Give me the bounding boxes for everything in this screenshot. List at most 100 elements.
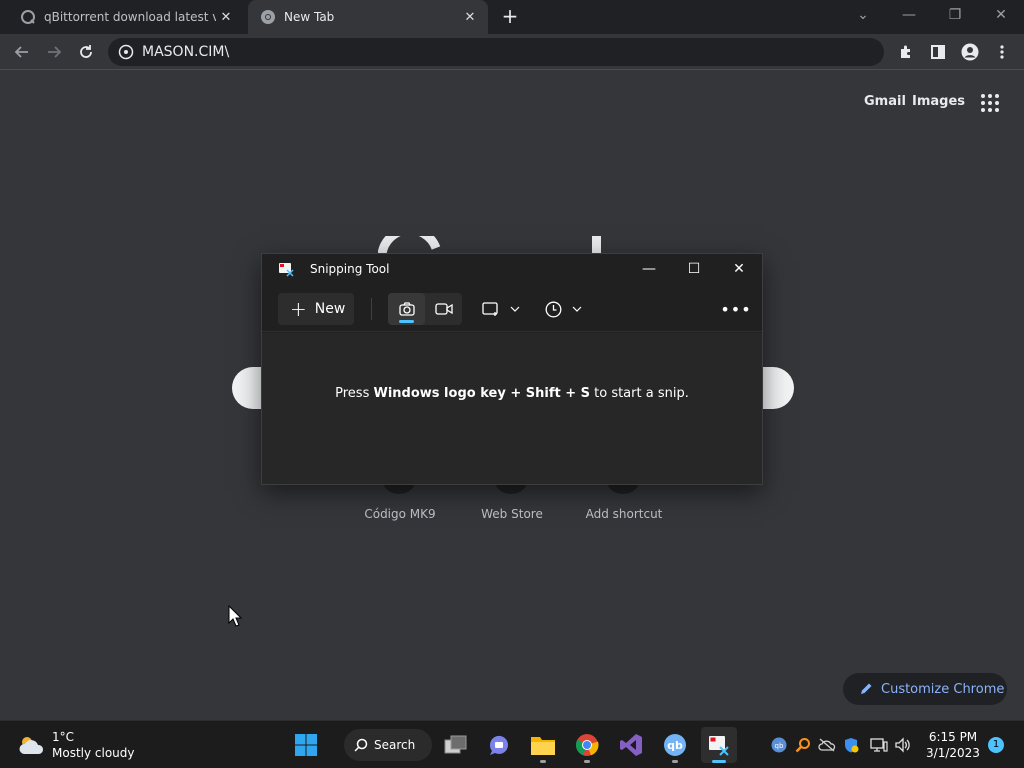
- weather-temperature: 1°C: [52, 730, 75, 744]
- restore-button[interactable]: ❐: [932, 0, 978, 30]
- delay-dropdown[interactable]: [545, 293, 582, 325]
- task-view-icon: [444, 735, 467, 754]
- address-bar[interactable]: MASON.CIM\: [108, 38, 884, 66]
- pencil-icon: [861, 683, 872, 694]
- clock-date: 3/1/2023: [926, 746, 980, 760]
- side-panel-button[interactable]: [924, 38, 952, 66]
- qbittorrent-favicon-icon: [21, 10, 35, 24]
- forward-button[interactable]: [40, 38, 68, 66]
- google-logo-fragment: [378, 236, 441, 254]
- tab-close-icon[interactable]: ✕: [216, 10, 236, 25]
- snip-maximize-button[interactable]: ☐: [672, 254, 716, 284]
- running-indicator: [584, 760, 590, 763]
- selected-indicator: [399, 320, 414, 323]
- snipping-tool-title: Snipping Tool: [310, 262, 390, 276]
- tab-close-icon[interactable]: ✕: [460, 10, 480, 25]
- snipping-tool-window: Snipping Tool — ☐ ✕ + New ••• Press Wind…: [261, 253, 763, 485]
- reload-button[interactable]: [72, 38, 100, 66]
- folder-icon: [531, 737, 555, 755]
- site-info-icon[interactable]: [118, 44, 134, 60]
- browser-toolbar: MASON.CIM\: [0, 34, 1024, 70]
- google-search-box-left[interactable]: [232, 367, 264, 409]
- google-search-box-right[interactable]: [760, 367, 794, 409]
- rectangle-snip-icon: [482, 302, 498, 316]
- chat-icon: [489, 735, 508, 755]
- onedrive-offline-icon[interactable]: [817, 735, 837, 755]
- toolbar-divider: [371, 298, 372, 320]
- teams-chat-button[interactable]: [481, 727, 517, 763]
- shortcut-web-store[interactable]: Web Store: [457, 507, 567, 521]
- cloudy-weather-icon: [19, 737, 44, 754]
- windows-security-icon[interactable]: [841, 735, 861, 755]
- weather-widget[interactable]: 1°C Mostly cloudy: [18, 729, 135, 761]
- network-icon[interactable]: [869, 735, 889, 755]
- side-panel-icon: [931, 45, 945, 59]
- customize-label: Customize Chrome: [881, 681, 1005, 697]
- visual-studio-icon: [620, 734, 642, 756]
- chrome-menu-button[interactable]: [988, 38, 1016, 66]
- new-tab-button[interactable]: +: [500, 6, 520, 26]
- profile-button[interactable]: [956, 38, 984, 66]
- shortcut-codigo-mk9[interactable]: Código MK9: [345, 507, 455, 521]
- chrome-icon: [575, 734, 599, 756]
- address-text[interactable]: MASON.CIM\: [142, 44, 229, 60]
- new-snip-button[interactable]: + New: [278, 293, 354, 325]
- video-mode-button[interactable]: [425, 293, 462, 325]
- running-indicator: [540, 760, 546, 763]
- snip-content-area: Press Windows logo key + Shift + S to st…: [262, 333, 762, 484]
- profile-avatar-icon: [961, 43, 979, 61]
- visual-studio-button[interactable]: [613, 727, 649, 763]
- google-apps-icon[interactable]: [981, 94, 999, 112]
- search-label: Search: [374, 738, 416, 752]
- camera-icon: [398, 302, 415, 316]
- plus-icon: +: [290, 297, 307, 321]
- snip-shape-dropdown[interactable]: [482, 293, 520, 325]
- kebab-menu-icon: [1000, 45, 1004, 59]
- puzzle-icon: [901, 45, 910, 58]
- taskbar-clock[interactable]: 6:15 PM 3/1/2023: [922, 729, 984, 761]
- windows-logo-icon: [295, 734, 317, 756]
- task-view-button[interactable]: [438, 727, 474, 763]
- qbittorrent-taskbar-button[interactable]: qb: [657, 727, 693, 763]
- tray-magnifier-icon[interactable]: [793, 735, 813, 755]
- forward-arrow-icon: [48, 46, 62, 58]
- new-snip-label: New: [314, 301, 346, 317]
- minimize-button[interactable]: —: [886, 0, 932, 30]
- images-link[interactable]: Images: [912, 94, 965, 109]
- extensions-button[interactable]: [892, 38, 920, 66]
- running-indicator: [672, 760, 678, 763]
- browser-tabstrip: qBittorrent download latest versi ✕ New …: [0, 0, 1024, 34]
- tab-search-icon[interactable]: ⌄: [840, 0, 886, 30]
- start-button[interactable]: [288, 727, 324, 763]
- back-button[interactable]: [8, 38, 36, 66]
- volume-icon[interactable]: [893, 735, 913, 755]
- tab-new-tab[interactable]: New Tab ✕: [248, 0, 488, 34]
- taskbar-search-button[interactable]: Search: [344, 729, 432, 761]
- google-logo-fragment: [592, 236, 601, 254]
- weather-description: Mostly cloudy: [52, 746, 135, 760]
- windows-taskbar: 1°C Mostly cloudy Search qb qb 6:15 PM 3…: [0, 720, 1024, 768]
- shortcut-add[interactable]: Add shortcut: [569, 507, 679, 521]
- file-explorer-button[interactable]: [525, 727, 561, 763]
- notification-badge[interactable]: 1: [988, 737, 1004, 753]
- more-options-icon[interactable]: •••: [720, 293, 751, 325]
- back-arrow-icon: [14, 46, 28, 58]
- close-window-button[interactable]: ✕: [978, 0, 1024, 30]
- snipping-tool-taskbar-button[interactable]: [701, 727, 737, 763]
- chrome-favicon-icon: [261, 10, 275, 24]
- tab-title: New Tab: [284, 10, 335, 24]
- customize-chrome-button[interactable]: Customize Chrome: [843, 673, 1007, 705]
- svg-text:qb: qb: [775, 742, 784, 750]
- snip-close-button[interactable]: ✕: [717, 254, 761, 284]
- tray-qbittorrent-icon[interactable]: qb: [769, 735, 789, 755]
- screenshot-mode-button[interactable]: [388, 293, 425, 325]
- chrome-taskbar-button[interactable]: [569, 727, 605, 763]
- snip-hint-text: Press Windows logo key + Shift + S to st…: [335, 386, 689, 401]
- search-icon: [354, 738, 368, 752]
- snipping-tool-app-icon: [279, 263, 294, 277]
- tab-qbittorrent[interactable]: qBittorrent download latest versi ✕: [8, 0, 244, 34]
- chevron-down-icon: [510, 306, 520, 312]
- gmail-link[interactable]: Gmail: [864, 94, 906, 109]
- snip-minimize-button[interactable]: —: [627, 254, 671, 284]
- video-camera-icon: [434, 303, 453, 315]
